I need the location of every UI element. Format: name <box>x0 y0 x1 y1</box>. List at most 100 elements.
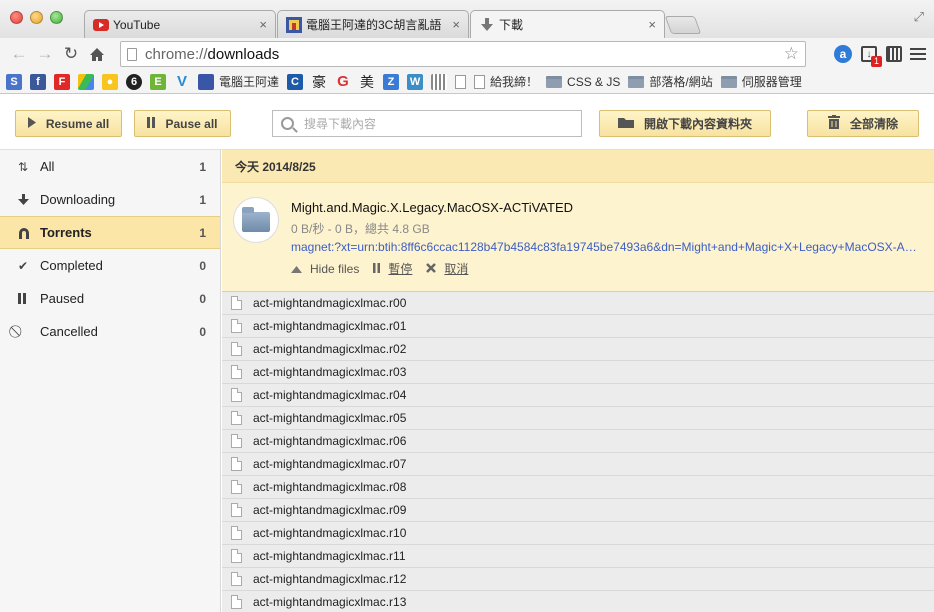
tab-downloads[interactable]: 下載 × <box>470 10 665 38</box>
count-badge: 0 <box>199 291 206 306</box>
bookmark-folder-css-js[interactable]: CSS & JS <box>546 75 620 89</box>
search-downloads[interactable] <box>272 110 582 137</box>
bookmark-site[interactable]: 電腦王阿達 <box>198 73 279 90</box>
bookmark-folder-server[interactable]: 伺服器管理 <box>720 73 802 90</box>
download-actions: Hide files 暫停 取消 <box>291 260 468 277</box>
fullscreen-icon[interactable]: ⤢ <box>914 9 924 25</box>
downloads-badge: 1 <box>870 56 882 67</box>
pause-download-button[interactable]: 暫停 <box>373 260 412 277</box>
tab-close-icon[interactable]: × <box>452 17 460 32</box>
file-row[interactable]: act-mightandmagicxlmac.r05 <box>222 407 934 430</box>
file-row[interactable]: act-mightandmagicxlmac.r04 <box>222 384 934 407</box>
downloads-sidebar: ⇅ All 1 Downloading 1 Torrents 1 ✔ Compl… <box>0 150 221 612</box>
c-icon[interactable]: C <box>287 73 304 90</box>
minimize-window-button[interactable] <box>30 11 43 24</box>
magnet-icon <box>18 227 40 239</box>
extension-a-icon[interactable]: a <box>834 45 852 63</box>
file-row[interactable]: act-mightandmagicxlmac.r03 <box>222 361 934 384</box>
file-row[interactable]: act-mightandmagicxlmac.r02 <box>222 338 934 361</box>
file-row[interactable]: act-mightandmagicxlmac.r13 <box>222 591 934 612</box>
g-icon[interactable]: G <box>335 73 351 90</box>
tab-close-icon[interactable]: × <box>648 17 656 32</box>
tab-label: 下載 <box>499 18 524 32</box>
wordpress-icon[interactable]: W <box>407 73 424 90</box>
file-name: act-mightandmagicxlmac.r08 <box>253 480 407 494</box>
menu-hamburger-icon[interactable] <box>908 44 928 64</box>
6-icon[interactable]: 6 <box>126 73 142 90</box>
close-window-button[interactable] <box>10 11 23 24</box>
drive-icon[interactable] <box>78 73 94 90</box>
file-icon <box>231 388 242 402</box>
tab-label: 電腦王阿達的3C胡言亂語 <box>306 18 442 32</box>
tab-label: YouTube <box>113 17 161 32</box>
tab-youtube[interactable]: YouTube × <box>84 10 276 38</box>
qr-icon[interactable] <box>431 73 448 90</box>
sidebar-item-torrents[interactable]: Torrents 1 <box>0 216 220 249</box>
pause-all-button[interactable]: Pause all <box>134 110 231 137</box>
file-row[interactable]: act-mightandmagicxlmac.r00 <box>222 292 934 315</box>
facebook-icon[interactable]: f <box>30 73 46 90</box>
search-input[interactable] <box>304 116 544 131</box>
downloads-extension-icon[interactable]: ↓ 1 <box>858 43 882 67</box>
evernote-icon[interactable]: E <box>150 73 166 90</box>
mei-icon[interactable]: 美 <box>359 74 375 90</box>
file-row[interactable]: act-mightandmagicxlmac.r11 <box>222 545 934 568</box>
file-row[interactable]: act-mightandmagicxlmac.r09 <box>222 499 934 522</box>
clear-all-button[interactable]: 全部清除 <box>807 110 919 137</box>
sidebar-item-completed[interactable]: ✔ Completed 0 <box>0 249 220 282</box>
extension-grid-icon[interactable] <box>886 46 902 62</box>
v-icon[interactable]: V <box>174 73 190 90</box>
file-icon <box>231 411 242 425</box>
home-icon[interactable] <box>84 42 110 66</box>
pause-icon <box>373 262 381 276</box>
hide-files-button[interactable]: Hide files <box>291 262 359 276</box>
cancel-icon: ⃠ <box>18 324 40 339</box>
address-bar[interactable]: chrome://downloads ☆ <box>120 41 806 67</box>
file-row[interactable]: act-mightandmagicxlmac.r10 <box>222 522 934 545</box>
folder-icon <box>628 75 645 88</box>
folder-open-icon <box>617 116 634 131</box>
forward-arrow-icon[interactable]: → <box>32 42 58 66</box>
site-favicon-icon <box>286 16 302 33</box>
keep-icon[interactable]: ● <box>102 73 118 90</box>
bookmark-star-icon[interactable]: ☆ <box>784 44 799 64</box>
bookmark-give-me[interactable]: 給我締！ <box>474 73 538 90</box>
flipboard-icon[interactable]: F <box>54 73 70 90</box>
file-icon <box>231 595 242 609</box>
file-icon <box>231 480 242 494</box>
resume-all-button[interactable]: Resume all <box>15 110 122 137</box>
s-icon[interactable]: S <box>6 73 22 90</box>
sidebar-item-downloading[interactable]: Downloading 1 <box>0 183 220 216</box>
magnet-link[interactable]: magnet:?xt=urn:btih:8ff6c6ccac1128b47b45… <box>291 240 921 254</box>
file-row[interactable]: act-mightandmagicxlmac.r06 <box>222 430 934 453</box>
sidebar-item-cancelled[interactable]: ⃠ Cancelled 0 <box>0 315 220 348</box>
tab-close-icon[interactable]: × <box>259 17 267 32</box>
back-arrow-icon[interactable]: ← <box>6 42 32 66</box>
cancel-download-button[interactable]: 取消 <box>426 260 468 277</box>
hao-icon[interactable]: 豪 <box>311 74 327 90</box>
sidebar-item-paused[interactable]: Paused 0 <box>0 282 220 315</box>
file-icon <box>231 365 242 379</box>
zoom-window-button[interactable] <box>50 11 63 24</box>
sort-arrows-icon: ⇅ <box>18 159 29 174</box>
folder-icon <box>720 75 737 88</box>
file-row[interactable]: act-mightandmagicxlmac.r08 <box>222 476 934 499</box>
file-row[interactable]: act-mightandmagicxlmac.r01 <box>222 315 934 338</box>
folder-icon <box>546 75 563 88</box>
file-icon <box>231 549 242 563</box>
z-icon[interactable]: Z <box>383 73 400 90</box>
file-row[interactable]: act-mightandmagicxlmac.r12 <box>222 568 934 591</box>
file-icon <box>231 342 242 356</box>
close-icon <box>426 262 437 276</box>
reload-icon[interactable]: ↻ <box>58 42 84 66</box>
file-row[interactable]: act-mightandmagicxlmac.r07 <box>222 453 934 476</box>
file-name: act-mightandmagicxlmac.r01 <box>253 319 407 333</box>
new-tab-button[interactable] <box>664 16 702 34</box>
bookmark-page[interactable] <box>455 74 467 89</box>
bookmark-folder-blog[interactable]: 部落格/網站 <box>628 73 713 90</box>
sidebar-item-all[interactable]: ⇅ All 1 <box>0 150 220 183</box>
open-downloads-folder-button[interactable]: 開啟下載內容資料夾 <box>599 110 771 137</box>
page-icon <box>455 74 467 89</box>
tab-site[interactable]: 電腦王阿達的3C胡言亂語 × <box>277 10 469 38</box>
file-icon <box>231 526 242 540</box>
